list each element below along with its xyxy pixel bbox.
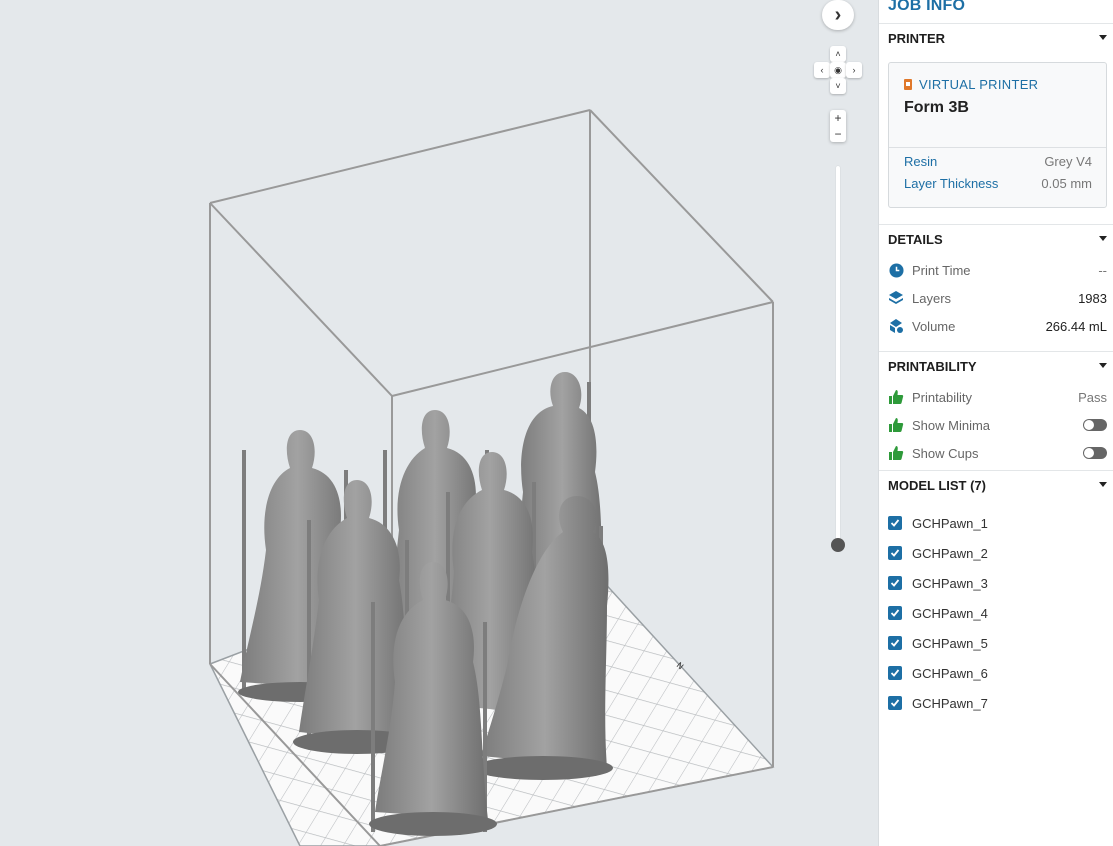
pan-control[interactable]: ˄ ‹ ◉ › ˅ xyxy=(814,46,862,94)
pan-left-icon[interactable]: ‹ xyxy=(814,62,830,78)
clock-icon xyxy=(888,262,904,278)
model-list-item[interactable]: GCHPawn_2 xyxy=(888,544,1107,562)
show-minima-row: Show Minima xyxy=(888,415,1107,435)
layer-thickness-value: 0.05 mm xyxy=(1041,176,1092,191)
model-checkbox[interactable] xyxy=(888,576,902,590)
printer-card[interactable]: VIRTUAL PRINTER Form 3B Resin Grey V4 La… xyxy=(888,62,1107,208)
model-checkbox[interactable] xyxy=(888,666,902,680)
caret-down-icon xyxy=(1099,482,1107,487)
layers-row: Layers 1983 xyxy=(888,288,1107,308)
model-list-item[interactable]: GCHPawn_5 xyxy=(888,634,1107,652)
print-time-value: -- xyxy=(1098,262,1107,278)
caret-down-icon xyxy=(1099,363,1107,368)
volume-icon xyxy=(888,318,904,334)
layer-slider-handle[interactable] xyxy=(831,538,845,552)
checkmark-icon xyxy=(890,639,900,647)
section-title: DETAILS xyxy=(888,232,943,247)
view-eye-icon[interactable]: ◉ xyxy=(830,62,846,78)
thumbs-up-icon xyxy=(888,445,904,461)
model-name: GCHPawn_2 xyxy=(912,545,988,561)
model-list-item[interactable]: GCHPawn_1 xyxy=(888,514,1107,532)
thumbs-up-icon xyxy=(888,389,904,405)
show-minima-label: Show Minima xyxy=(912,417,991,433)
model-name: GCHPawn_3 xyxy=(912,575,988,591)
zoom-in-button[interactable]: + xyxy=(830,110,846,126)
collapse-sidebar-button[interactable]: › xyxy=(822,0,854,30)
layer-thickness-label: Layer Thickness xyxy=(904,176,999,191)
printer-icon xyxy=(904,79,912,90)
printability-value: Pass xyxy=(1078,389,1107,405)
model-list-item[interactable]: GCHPawn_7 xyxy=(888,694,1107,712)
show-cups-toggle[interactable] xyxy=(1083,447,1107,459)
model-list-section-header[interactable]: MODEL LIST (7) xyxy=(879,470,1113,500)
show-cups-row: Show Cups xyxy=(888,443,1107,463)
layer-slider[interactable] xyxy=(836,166,840,546)
layers-label: Layers xyxy=(912,290,952,306)
divider xyxy=(889,147,1106,148)
layers-value: 1983 xyxy=(1078,290,1107,306)
resin-value: Grey V4 xyxy=(1044,154,1092,169)
model-checkbox[interactable] xyxy=(888,516,902,530)
pan-down-icon[interactable]: ˅ xyxy=(830,78,846,94)
printer-type: VIRTUAL PRINTER xyxy=(904,77,1038,92)
section-title: PRINTABILITY xyxy=(888,359,977,374)
model-list-item[interactable]: GCHPawn_6 xyxy=(888,664,1107,682)
job-info-sidebar: JOB INFO PRINTER VIRTUAL PRINTER Form 3B… xyxy=(878,0,1113,846)
model-checkbox[interactable] xyxy=(888,636,902,650)
layer-thickness-row: Layer Thickness 0.05 mm xyxy=(904,176,1092,191)
print-time-row: Print Time -- xyxy=(888,260,1107,280)
pan-right-icon[interactable]: › xyxy=(846,62,862,78)
job-info-title: JOB INFO xyxy=(888,0,966,14)
show-minima-toggle[interactable] xyxy=(1083,419,1107,431)
resin-row: Resin Grey V4 xyxy=(904,154,1092,169)
section-title: MODEL LIST (7) xyxy=(888,478,986,493)
checkmark-icon xyxy=(890,579,900,587)
checkmark-icon xyxy=(890,699,900,707)
print-time-label: Print Time xyxy=(912,262,971,278)
details-section-header[interactable]: DETAILS xyxy=(879,224,1113,254)
zoom-out-button[interactable]: − xyxy=(830,126,846,142)
chevron-right-icon: › xyxy=(834,3,842,26)
resin-label: Resin xyxy=(904,154,938,169)
checkmark-icon xyxy=(890,609,900,617)
printability-label: Printability xyxy=(912,389,972,405)
layers-icon xyxy=(888,290,904,306)
model-checkbox[interactable] xyxy=(888,606,902,620)
printer-type-label: VIRTUAL PRINTER xyxy=(919,77,1039,92)
volume-value: 266.44 mL xyxy=(1045,318,1107,334)
caret-down-icon xyxy=(1099,35,1107,40)
checkmark-icon xyxy=(890,549,900,557)
checkmark-icon xyxy=(890,519,900,527)
zoom-control: + − xyxy=(830,110,846,142)
build-volume-scene[interactable]: N xyxy=(0,0,878,846)
3d-viewport[interactable]: N › ˄ ‹ ◉ › ˅ + − xyxy=(0,0,878,846)
model-checkbox[interactable] xyxy=(888,546,902,560)
volume-row: Volume 266.44 mL xyxy=(888,316,1107,336)
model-checkbox[interactable] xyxy=(888,696,902,710)
show-cups-label: Show Cups xyxy=(912,445,979,461)
checkmark-icon xyxy=(890,669,900,677)
printability-section-header[interactable]: PRINTABILITY xyxy=(879,351,1113,381)
model-list-item[interactable]: GCHPawn_4 xyxy=(888,604,1107,622)
model-name: GCHPawn_6 xyxy=(912,665,988,681)
model-name: GCHPawn_7 xyxy=(912,695,988,711)
printer-name: Form 3B xyxy=(904,99,969,116)
section-title: PRINTER xyxy=(888,31,946,46)
caret-down-icon xyxy=(1099,236,1107,241)
pan-up-icon[interactable]: ˄ xyxy=(830,46,846,62)
printability-row: Printability Pass xyxy=(888,387,1107,407)
thumbs-up-icon xyxy=(888,417,904,433)
model-name: GCHPawn_5 xyxy=(912,635,988,651)
volume-label: Volume xyxy=(912,318,956,334)
model-name: GCHPawn_4 xyxy=(912,605,988,621)
model-list-item[interactable]: GCHPawn_3 xyxy=(888,574,1107,592)
model-name: GCHPawn_1 xyxy=(912,515,988,531)
printer-section-header[interactable]: PRINTER xyxy=(879,23,1113,53)
